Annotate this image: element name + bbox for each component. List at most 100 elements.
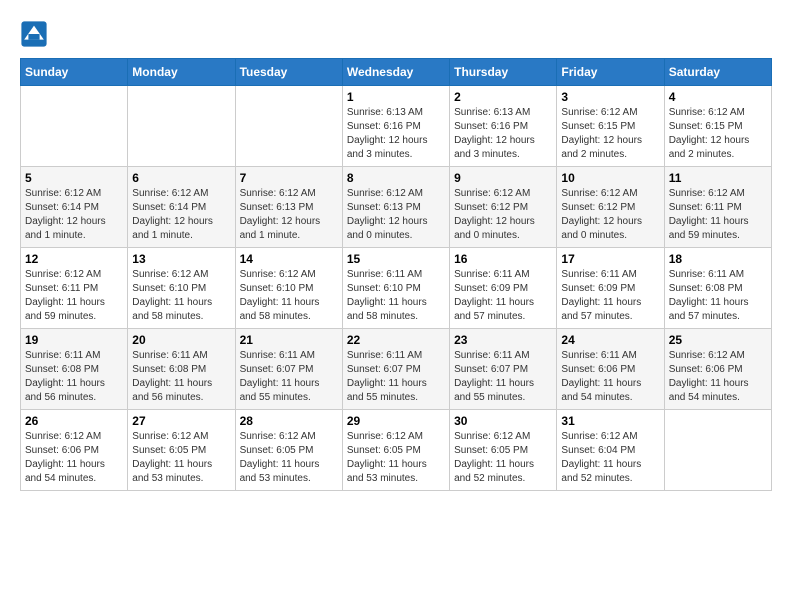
day-number: 21 bbox=[240, 333, 338, 347]
day-info: Sunrise: 6:12 AM Sunset: 6:13 PM Dayligh… bbox=[347, 187, 445, 243]
day-number: 25 bbox=[669, 333, 767, 347]
calendar-cell: 22 Sunrise: 6:11 AM Sunset: 6:07 PM Dayli… bbox=[342, 329, 449, 410]
day-number: 16 bbox=[454, 252, 552, 266]
day-number: 23 bbox=[454, 333, 552, 347]
day-info: Sunrise: 6:12 AM Sunset: 6:12 PM Dayligh… bbox=[561, 187, 659, 243]
calendar-cell bbox=[128, 86, 235, 167]
calendar-cell: 10 Sunrise: 6:12 AM Sunset: 6:12 PM Dayli… bbox=[557, 167, 664, 248]
header-row: SundayMondayTuesdayWednesdayThursdayFrid… bbox=[21, 59, 772, 86]
day-info: Sunrise: 6:11 AM Sunset: 6:08 PM Dayligh… bbox=[669, 268, 767, 324]
day-number: 26 bbox=[25, 414, 123, 428]
calendar-cell: 9 Sunrise: 6:12 AM Sunset: 6:12 PM Daylig… bbox=[450, 167, 557, 248]
page-header bbox=[20, 20, 772, 48]
weekday-header: Monday bbox=[128, 59, 235, 86]
day-info: Sunrise: 6:12 AM Sunset: 6:05 PM Dayligh… bbox=[454, 430, 552, 486]
day-number: 3 bbox=[561, 90, 659, 104]
day-info: Sunrise: 6:11 AM Sunset: 6:07 PM Dayligh… bbox=[454, 349, 552, 405]
calendar-cell: 14 Sunrise: 6:12 AM Sunset: 6:10 PM Dayli… bbox=[235, 248, 342, 329]
calendar-cell bbox=[664, 410, 771, 491]
calendar-table: SundayMondayTuesdayWednesdayThursdayFrid… bbox=[20, 58, 772, 491]
day-number: 12 bbox=[25, 252, 123, 266]
calendar-cell: 3 Sunrise: 6:12 AM Sunset: 6:15 PM Daylig… bbox=[557, 86, 664, 167]
calendar-cell: 31 Sunrise: 6:12 AM Sunset: 6:04 PM Dayli… bbox=[557, 410, 664, 491]
logo-icon bbox=[20, 20, 48, 48]
day-info: Sunrise: 6:12 AM Sunset: 6:12 PM Dayligh… bbox=[454, 187, 552, 243]
calendar-cell: 2 Sunrise: 6:13 AM Sunset: 6:16 PM Daylig… bbox=[450, 86, 557, 167]
day-info: Sunrise: 6:12 AM Sunset: 6:05 PM Dayligh… bbox=[132, 430, 230, 486]
day-info: Sunrise: 6:11 AM Sunset: 6:10 PM Dayligh… bbox=[347, 268, 445, 324]
day-number: 31 bbox=[561, 414, 659, 428]
weekday-header: Saturday bbox=[664, 59, 771, 86]
day-number: 11 bbox=[669, 171, 767, 185]
calendar-cell: 24 Sunrise: 6:11 AM Sunset: 6:06 PM Dayli… bbox=[557, 329, 664, 410]
day-number: 2 bbox=[454, 90, 552, 104]
calendar-cell: 25 Sunrise: 6:12 AM Sunset: 6:06 PM Dayli… bbox=[664, 329, 771, 410]
weekday-header: Wednesday bbox=[342, 59, 449, 86]
calendar-cell: 7 Sunrise: 6:12 AM Sunset: 6:13 PM Daylig… bbox=[235, 167, 342, 248]
calendar-week: 12 Sunrise: 6:12 AM Sunset: 6:11 PM Dayli… bbox=[21, 248, 772, 329]
day-number: 24 bbox=[561, 333, 659, 347]
calendar-week: 19 Sunrise: 6:11 AM Sunset: 6:08 PM Dayli… bbox=[21, 329, 772, 410]
calendar-cell: 28 Sunrise: 6:12 AM Sunset: 6:05 PM Dayli… bbox=[235, 410, 342, 491]
day-info: Sunrise: 6:11 AM Sunset: 6:08 PM Dayligh… bbox=[132, 349, 230, 405]
day-number: 30 bbox=[454, 414, 552, 428]
calendar-cell: 6 Sunrise: 6:12 AM Sunset: 6:14 PM Daylig… bbox=[128, 167, 235, 248]
day-number: 18 bbox=[669, 252, 767, 266]
day-number: 7 bbox=[240, 171, 338, 185]
day-number: 6 bbox=[132, 171, 230, 185]
calendar-cell: 13 Sunrise: 6:12 AM Sunset: 6:10 PM Dayli… bbox=[128, 248, 235, 329]
day-number: 17 bbox=[561, 252, 659, 266]
day-info: Sunrise: 6:12 AM Sunset: 6:10 PM Dayligh… bbox=[132, 268, 230, 324]
day-info: Sunrise: 6:11 AM Sunset: 6:07 PM Dayligh… bbox=[347, 349, 445, 405]
calendar-cell: 21 Sunrise: 6:11 AM Sunset: 6:07 PM Dayli… bbox=[235, 329, 342, 410]
calendar-cell bbox=[235, 86, 342, 167]
day-number: 1 bbox=[347, 90, 445, 104]
day-info: Sunrise: 6:11 AM Sunset: 6:07 PM Dayligh… bbox=[240, 349, 338, 405]
day-number: 14 bbox=[240, 252, 338, 266]
day-number: 5 bbox=[25, 171, 123, 185]
calendar-cell: 4Sunrise: 6:12 AM Sunset: 6:15 PM Daylig… bbox=[664, 86, 771, 167]
calendar-cell: 5 Sunrise: 6:12 AM Sunset: 6:14 PM Daylig… bbox=[21, 167, 128, 248]
calendar-cell: 1 Sunrise: 6:13 AM Sunset: 6:16 PM Daylig… bbox=[342, 86, 449, 167]
day-info: Sunrise: 6:12 AM Sunset: 6:06 PM Dayligh… bbox=[25, 430, 123, 486]
calendar-cell: 18 Sunrise: 6:11 AM Sunset: 6:08 PM Dayli… bbox=[664, 248, 771, 329]
day-info: Sunrise: 6:11 AM Sunset: 6:09 PM Dayligh… bbox=[454, 268, 552, 324]
day-info: Sunrise: 6:12 AM Sunset: 6:15 PM Dayligh… bbox=[561, 106, 659, 162]
day-info: Sunrise: 6:11 AM Sunset: 6:09 PM Dayligh… bbox=[561, 268, 659, 324]
day-number: 13 bbox=[132, 252, 230, 266]
day-number: 29 bbox=[347, 414, 445, 428]
day-number: 9 bbox=[454, 171, 552, 185]
day-number: 22 bbox=[347, 333, 445, 347]
day-info: Sunrise: 6:12 AM Sunset: 6:14 PM Dayligh… bbox=[25, 187, 123, 243]
day-number: 19 bbox=[25, 333, 123, 347]
day-info: Sunrise: 6:12 AM Sunset: 6:13 PM Dayligh… bbox=[240, 187, 338, 243]
weekday-header: Thursday bbox=[450, 59, 557, 86]
day-info: Sunrise: 6:12 AM Sunset: 6:04 PM Dayligh… bbox=[561, 430, 659, 486]
day-number: 15 bbox=[347, 252, 445, 266]
weekday-header: Friday bbox=[557, 59, 664, 86]
day-info: Sunrise: 6:12 AM Sunset: 6:14 PM Dayligh… bbox=[132, 187, 230, 243]
day-number: 10 bbox=[561, 171, 659, 185]
day-info: Sunrise: 6:12 AM Sunset: 6:10 PM Dayligh… bbox=[240, 268, 338, 324]
calendar-cell: 15 Sunrise: 6:11 AM Sunset: 6:10 PM Dayli… bbox=[342, 248, 449, 329]
day-number: 4 bbox=[669, 90, 767, 104]
day-info: Sunrise: 6:12 AM Sunset: 6:11 PM Dayligh… bbox=[25, 268, 123, 324]
day-info: Sunrise: 6:13 AM Sunset: 6:16 PM Dayligh… bbox=[347, 106, 445, 162]
calendar-week: 1 Sunrise: 6:13 AM Sunset: 6:16 PM Daylig… bbox=[21, 86, 772, 167]
day-number: 28 bbox=[240, 414, 338, 428]
day-info: Sunrise: 6:12 AM Sunset: 6:06 PM Dayligh… bbox=[669, 349, 767, 405]
day-info: Sunrise: 6:11 AM Sunset: 6:06 PM Dayligh… bbox=[561, 349, 659, 405]
calendar-cell bbox=[21, 86, 128, 167]
day-info: Sunrise: 6:12 AM Sunset: 6:05 PM Dayligh… bbox=[347, 430, 445, 486]
day-info: Sunrise: 6:12 AM Sunset: 6:11 PM Dayligh… bbox=[669, 187, 767, 243]
day-info: Sunrise: 6:12 AM Sunset: 6:05 PM Dayligh… bbox=[240, 430, 338, 486]
calendar-cell: 8Sunrise: 6:12 AM Sunset: 6:13 PM Daylig… bbox=[342, 167, 449, 248]
weekday-header: Sunday bbox=[21, 59, 128, 86]
calendar-cell: 29 Sunrise: 6:12 AM Sunset: 6:05 PM Dayli… bbox=[342, 410, 449, 491]
logo bbox=[20, 20, 52, 48]
calendar-cell: 11 Sunrise: 6:12 AM Sunset: 6:11 PM Dayli… bbox=[664, 167, 771, 248]
day-info: Sunrise: 6:13 AM Sunset: 6:16 PM Dayligh… bbox=[454, 106, 552, 162]
calendar-week: 26 Sunrise: 6:12 AM Sunset: 6:06 PM Dayli… bbox=[21, 410, 772, 491]
calendar-cell: 26 Sunrise: 6:12 AM Sunset: 6:06 PM Dayli… bbox=[21, 410, 128, 491]
day-number: 27 bbox=[132, 414, 230, 428]
